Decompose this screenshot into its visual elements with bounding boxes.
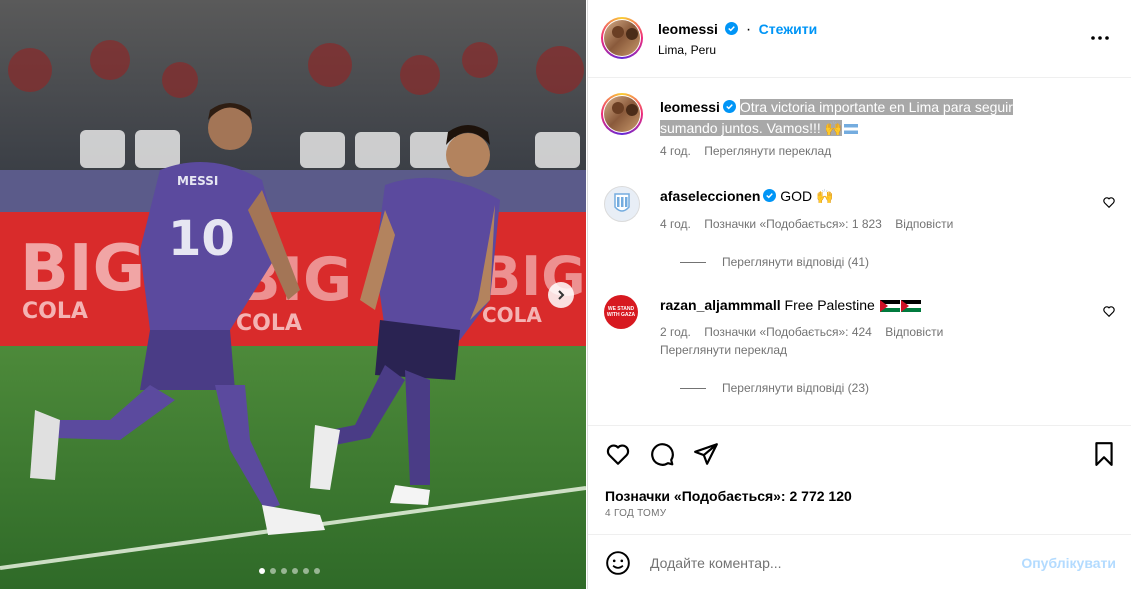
carousel-dot [270,568,276,574]
post-side-panel: leomessi · Стежити Lima, Peru leomessi O… [587,0,1131,589]
post-photo: BIG COLA BIG COLA BIG COLA MESSI 10 [0,0,586,589]
caption: leomessi Otra victoria importante en Lim… [601,93,1116,163]
see-translation-link[interactable]: Переглянути переклад [660,343,787,357]
view-replies-label: Переглянути відповіді (23) [722,381,870,395]
comments-list: leomessi Otra victoria importante en Lim… [588,78,1131,424]
comment-text: GOD 🙌 [780,188,834,204]
argentina-flag-icon [844,124,859,134]
comment-username[interactable]: afaseleccionen [660,188,760,204]
emoji-icon[interactable] [605,550,631,576]
chevron-right-icon [558,290,565,300]
comment-like-heart-icon[interactable] [1102,195,1116,209]
carousel-dots [259,568,320,574]
view-replies-button[interactable]: Переглянути відповіді (23) [680,381,869,395]
follow-button[interactable]: Стежити [759,21,818,37]
reply-button[interactable]: Відповісти [895,217,953,231]
carousel-dot [259,568,265,574]
avatar [604,96,640,132]
comment-age[interactable]: 4 год. [660,217,691,231]
post-timestamp[interactable]: 4 ГОД ТОМУ [605,508,666,519]
avatar [604,20,640,56]
reply-button[interactable]: Відповісти [885,325,943,339]
jersey-name: MESSI [177,174,218,188]
verified-badge-icon [722,100,736,113]
author-username[interactable]: leomessi [658,21,718,37]
view-replies-button[interactable]: Переглянути відповіді (41) [680,255,869,269]
story-ring[interactable] [601,17,643,59]
comment-age[interactable]: 2 год. [660,325,691,339]
comment-composer: Опублікувати [588,534,1131,590]
likes-count[interactable]: Позначки «Подобається»: 2 772 120 [605,488,852,504]
like-heart-icon[interactable] [605,441,631,467]
photo-illustration: BIG COLA BIG COLA BIG COLA MESSI 10 [0,0,586,589]
afa-crest-icon [614,193,630,212]
comment-likes[interactable]: Позначки «Подобається»: 1 823 [704,217,882,231]
comment-item: afaseleccionen GOD 🙌 4 год. Позначки «По… [604,184,1116,274]
verified-badge-icon [763,189,777,202]
comment-text: Free Palestine [784,297,875,313]
comment-input[interactable] [648,549,1002,577]
banner-text: COLA [482,303,542,327]
banner-text: COLA [22,299,88,324]
more-options-icon[interactable] [1088,26,1112,50]
carousel-next-button[interactable] [548,282,574,308]
comment-username[interactable]: razan_aljammmall [660,297,781,313]
caption-age[interactable]: 4 год. [660,144,691,158]
avatar[interactable] [604,186,640,222]
action-bar: Позначки «Подобається»: 2 772 120 4 ГОД … [588,425,1131,534]
share-send-icon[interactable] [693,441,719,467]
comment-likes[interactable]: Позначки «Подобається»: 424 [704,325,872,339]
story-ring[interactable] [601,93,643,135]
jersey-number: 10 [168,211,235,267]
palestine-flag-icon [900,300,921,312]
comment-like-heart-icon[interactable] [1102,304,1116,318]
post-location[interactable]: Lima, Peru [658,43,716,57]
carousel-dot [281,568,287,574]
post-header: leomessi · Стежити Lima, Peru [588,0,1131,78]
caption-author[interactable]: leomessi [660,99,720,115]
see-translation-link[interactable]: Переглянути переклад [704,144,831,158]
palestine-flag-icon [879,300,900,312]
publish-button[interactable]: Опублікувати [1021,555,1116,571]
verified-badge-icon [725,22,739,35]
carousel-dot [292,568,298,574]
banner-text: COLA [236,311,302,336]
banner-text: BIG [20,232,145,306]
avatar[interactable]: WE STAND WITH GAZA [604,295,638,329]
carousel-dot [314,568,320,574]
comment-bubble-icon[interactable] [649,441,675,467]
save-bookmark-icon[interactable] [1091,441,1117,467]
view-replies-label: Переглянути відповіді (41) [722,255,870,269]
comment-item: WE STAND WITH GAZA razan_aljammmall Free… [604,293,1116,403]
avatar-text: WE STAND WITH GAZA [606,306,636,318]
carousel-dot [303,568,309,574]
